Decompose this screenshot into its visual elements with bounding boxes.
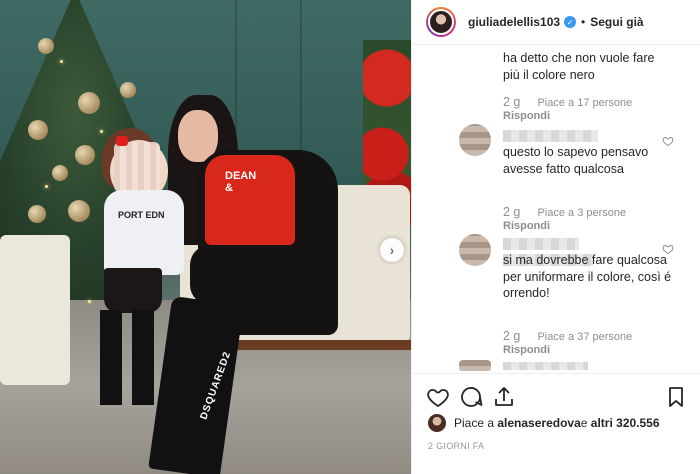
avatar-image [428, 9, 454, 35]
woman-legs [190, 245, 330, 305]
following-button[interactable]: Segui già [590, 15, 643, 29]
blurred-face [114, 142, 160, 192]
commenter-username-redacted[interactable] [503, 238, 579, 250]
post-sidebar: giuliadelellis103 ✓ • Segui già ha detto… [411, 0, 700, 474]
ornament [28, 120, 48, 140]
next-photo-button[interactable]: › [380, 238, 404, 262]
likes-count[interactable]: altri 320.556 [591, 416, 660, 430]
red-shirt [205, 155, 295, 245]
child-skirt [104, 268, 162, 313]
post-date[interactable]: 2 GIORNI FA [428, 441, 484, 451]
separator-dot: • [581, 15, 586, 29]
bookmark-icon[interactable] [664, 385, 688, 409]
hair-bow [116, 136, 128, 146]
heart-icon[interactable] [426, 385, 450, 409]
comment-meta: 2 g Piace a 17 persone [503, 95, 632, 109]
commenter-username-redacted[interactable] [503, 130, 598, 142]
ornament [78, 92, 100, 114]
heart-icon[interactable] [662, 135, 674, 147]
comment-bubble-icon[interactable] [459, 385, 483, 409]
username[interactable]: giuliadelellis103 [468, 15, 560, 29]
comment-text: questo lo sapevo pensavo avesse fatto qu… [503, 145, 649, 176]
likes-summary[interactable]: Piace a alenaseredova e altri 320.556 [428, 414, 660, 432]
chevron-right-icon: › [389, 242, 395, 258]
reply-button[interactable]: Rispondi [503, 110, 550, 122]
armchair [0, 235, 70, 385]
commenter-username-redacted[interactable] [503, 362, 588, 370]
child-sweater [104, 190, 184, 275]
ornament [75, 145, 95, 165]
comment-time: 2 g [503, 205, 521, 219]
reply-button[interactable]: Rispondi [503, 344, 550, 356]
post-photo[interactable]: DEAN & DSQUARED2 PORT EDN › [0, 0, 411, 474]
liker-username[interactable]: alenaseredova [497, 416, 580, 430]
comment-time: 2 g [503, 95, 521, 109]
share-upload-icon[interactable] [492, 385, 516, 409]
likes-middle: e [580, 416, 588, 430]
comment-likes[interactable]: Piace a 37 persone [537, 331, 632, 343]
comment-text: si ma dovrebbe fare qualcosa per uniform… [503, 253, 672, 300]
tree-light [100, 130, 103, 133]
shirt-print: DEAN & [225, 170, 257, 194]
comment-meta: 2 g Piace a 37 persone [503, 329, 632, 343]
ornament [52, 165, 68, 181]
commenter-avatar[interactable] [459, 234, 491, 266]
likes-prefix: Piace a [454, 416, 495, 430]
child-legs [100, 310, 154, 405]
post-header: giuliadelellis103 ✓ • Segui già [412, 0, 700, 45]
verified-badge-icon: ✓ [564, 16, 577, 28]
ornament [120, 82, 136, 98]
sweater-print: PORT EDN [118, 210, 165, 220]
tree-light [60, 60, 63, 63]
heart-icon[interactable] [662, 243, 674, 255]
avatar[interactable] [426, 7, 456, 37]
commenter-avatar[interactable] [459, 124, 491, 156]
tree-light [45, 185, 48, 188]
liker-avatar [428, 414, 446, 432]
ornament [38, 38, 54, 54]
ornament [28, 205, 46, 223]
comment-time: 2 g [503, 329, 521, 343]
comments-list[interactable]: ha detto che non vuole fare più il color… [412, 46, 700, 371]
ornament [68, 200, 90, 222]
comment-text: ha detto che non vuole fare più il color… [503, 51, 655, 82]
reply-button[interactable]: Rispondi [503, 220, 550, 232]
comment-likes[interactable]: Piace a 17 persone [537, 97, 632, 109]
comment-meta: 2 g Piace a 3 persone [503, 205, 626, 219]
comment-likes[interactable]: Piace a 3 persone [537, 207, 626, 219]
tree-light [88, 300, 91, 303]
commenter-avatar[interactable] [459, 360, 491, 371]
